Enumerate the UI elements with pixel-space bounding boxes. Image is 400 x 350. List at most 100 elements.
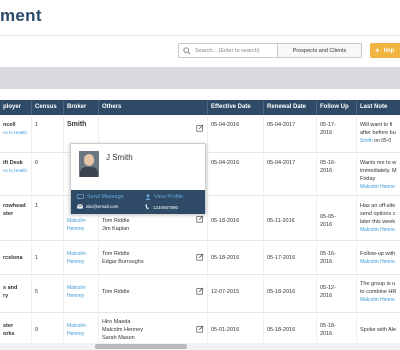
- popup-email-value: abc@email.com: [86, 204, 119, 209]
- edit-icon[interactable]: [196, 325, 204, 333]
- page-header: ment: [0, 0, 400, 36]
- edit-icon[interactable]: [196, 124, 204, 132]
- popup-phone-value: 1234567890: [153, 204, 179, 210]
- follow-up-date: 05-17-: [320, 122, 336, 128]
- follow-up-date: 05-18-: [320, 323, 336, 329]
- last-note-author[interactable]: Smith: [360, 138, 373, 144]
- follow-up-year: 2016: [320, 168, 333, 174]
- renewal-date: 05-04-2017: [264, 153, 317, 195]
- census-value: 0: [32, 153, 64, 195]
- last-note-date: on 05-0: [374, 138, 392, 144]
- send-message-link[interactable]: Send Message: [77, 194, 124, 200]
- search-input[interactable]: [195, 45, 277, 57]
- employer-name-line2: ster: [3, 211, 14, 217]
- last-note-line: Will want to fi: [360, 122, 393, 128]
- last-note-line: The group is u: [360, 281, 396, 287]
- employer-name: ncell: [3, 122, 16, 128]
- avatar: [79, 151, 99, 177]
- last-note-line: Wants me to w: [360, 160, 397, 166]
- broker-name-line2[interactable]: Henney: [67, 292, 95, 300]
- other-contact: Tom Riddle: [102, 251, 130, 257]
- employer-name: rowhead: [3, 203, 26, 209]
- popup-name: J Smith: [106, 153, 133, 162]
- last-note-line: send options c: [360, 211, 396, 217]
- chat-icon: [77, 194, 84, 200]
- last-note-line: later this week: [360, 219, 396, 225]
- table-row[interactable]: rcelona 1 Malcolm Henney Tom Riddle Edga…: [0, 241, 400, 275]
- col-others[interactable]: Others: [99, 100, 208, 115]
- col-broker[interactable]: Broker: [64, 100, 99, 115]
- broker-name[interactable]: Malcolm: [67, 284, 95, 292]
- broker-profile-popup: J Smith Send Message View Profile abc@em…: [70, 143, 206, 214]
- user-icon: [145, 194, 151, 200]
- broker-name[interactable]: Malcolm: [67, 217, 95, 225]
- other-contact: Tom Riddle: [102, 218, 130, 224]
- effective-date: 12-07-2015: [208, 275, 264, 312]
- popup-email[interactable]: abc@email.com: [77, 204, 118, 209]
- follow-up-date: 05-16-: [320, 251, 336, 257]
- follow-up-date: 05-12-: [320, 285, 336, 291]
- edit-icon[interactable]: [196, 287, 204, 295]
- broker-name-line2[interactable]: Henney: [67, 330, 95, 338]
- last-note-line: Follow-up with: [360, 251, 396, 257]
- last-note-line: Has an off-site: [360, 203, 396, 209]
- filter-bar: [0, 67, 400, 89]
- broker-name[interactable]: Malcolm: [67, 250, 95, 258]
- col-renewal-date[interactable]: Renewal Date: [264, 100, 317, 115]
- broker-name[interactable]: Malcolm: [67, 322, 95, 330]
- import-label: Imp: [383, 47, 395, 54]
- search-box[interactable]: [178, 43, 278, 58]
- page-title: ment: [0, 6, 42, 25]
- send-message-label: Send Message: [87, 194, 124, 200]
- last-note-line: after before bu: [360, 130, 396, 136]
- census-value: 1: [32, 196, 64, 240]
- renewal-date: 05-11-2016: [264, 196, 317, 240]
- other-contact: Hiro Maeda: [102, 319, 131, 325]
- edit-icon[interactable]: [196, 215, 204, 223]
- import-button[interactable]: + Imp: [370, 43, 400, 58]
- follow-up-year: 2016: [320, 259, 333, 265]
- col-effective-date[interactable]: Effective Date: [208, 100, 264, 115]
- last-note-author[interactable]: Malcolm Henne: [360, 258, 397, 266]
- last-note-author[interactable]: Malcolm Henne: [360, 226, 397, 234]
- renewal-date: 05-17-2016: [264, 241, 317, 274]
- other-contact: Malcolm Henney: [102, 327, 143, 333]
- effective-date: 05-04-2016: [208, 153, 264, 195]
- view-profile-link[interactable]: View Profile: [145, 194, 183, 200]
- email-icon: [77, 204, 83, 209]
- employer-name-line2: ry: [3, 293, 9, 299]
- col-follow-up[interactable]: Follow Up: [317, 100, 357, 115]
- popup-phone[interactable]: 1234567890: [145, 204, 178, 210]
- census-value: 1: [32, 241, 64, 274]
- scrollbar-thumb[interactable]: [95, 344, 187, 349]
- census-value: 1: [32, 115, 64, 152]
- renewal-date: 05-18-2016: [264, 275, 317, 312]
- last-note-author[interactable]: Malcolm Henne: [360, 296, 397, 304]
- last-note-author[interactable]: Malcolm Henne: [360, 183, 397, 191]
- col-census[interactable]: Census: [32, 100, 64, 115]
- col-employer[interactable]: ployer: [0, 100, 32, 115]
- last-note-line: Friday: [360, 176, 376, 182]
- other-contact: Sarah Mason: [102, 335, 135, 341]
- horizontal-scrollbar[interactable]: [0, 343, 400, 350]
- employer-name: ift Desk: [3, 160, 23, 166]
- table-row[interactable]: s and ry 5 Malcolm Henney Tom Riddle 12-…: [0, 275, 400, 313]
- broker-name-line2[interactable]: Henney: [67, 258, 95, 266]
- census-value: 5: [32, 275, 64, 312]
- effective-date: 05-18-2016: [208, 241, 264, 274]
- last-note-line: to combine HR: [360, 289, 397, 295]
- other-contact: Jim Kaplan: [102, 226, 130, 232]
- phone-icon: [145, 204, 149, 210]
- prospects-and-clients-button[interactable]: Prospects and Clients: [278, 43, 362, 58]
- follow-up-date: 05-05-: [320, 214, 336, 220]
- other-contact: Tom Riddle: [102, 289, 130, 295]
- table-header: ployer Census Broker Others Effective Da…: [0, 100, 400, 115]
- renewal-date: 05-04-2017: [264, 115, 317, 152]
- employer-name: s and: [3, 285, 18, 291]
- col-last-note[interactable]: Last Note: [357, 100, 400, 115]
- follow-up-year: 2016: [320, 222, 333, 228]
- broker-name-line2[interactable]: Henney: [67, 225, 95, 233]
- edit-icon[interactable]: [196, 253, 204, 261]
- employer-name: rcelona: [0, 241, 32, 274]
- effective-date: 05-18-2016: [208, 196, 264, 240]
